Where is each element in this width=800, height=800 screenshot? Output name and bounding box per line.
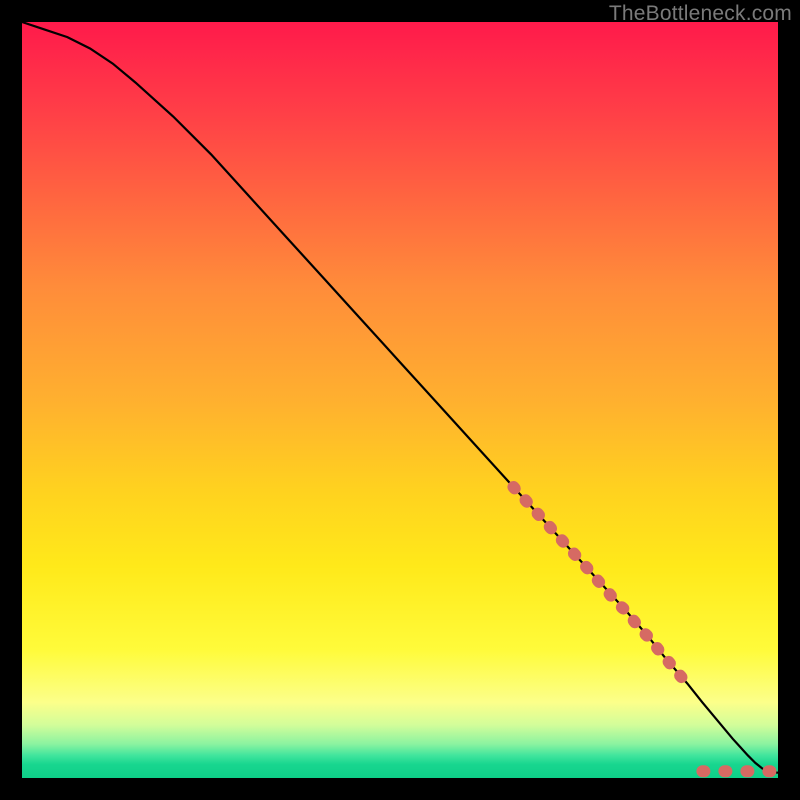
chart-frame: TheBottleneck.com (0, 0, 800, 800)
plot-area (22, 22, 778, 778)
dots-upper-series (513, 487, 687, 684)
chart-svg (22, 22, 778, 778)
dots-upper-path (513, 487, 687, 684)
